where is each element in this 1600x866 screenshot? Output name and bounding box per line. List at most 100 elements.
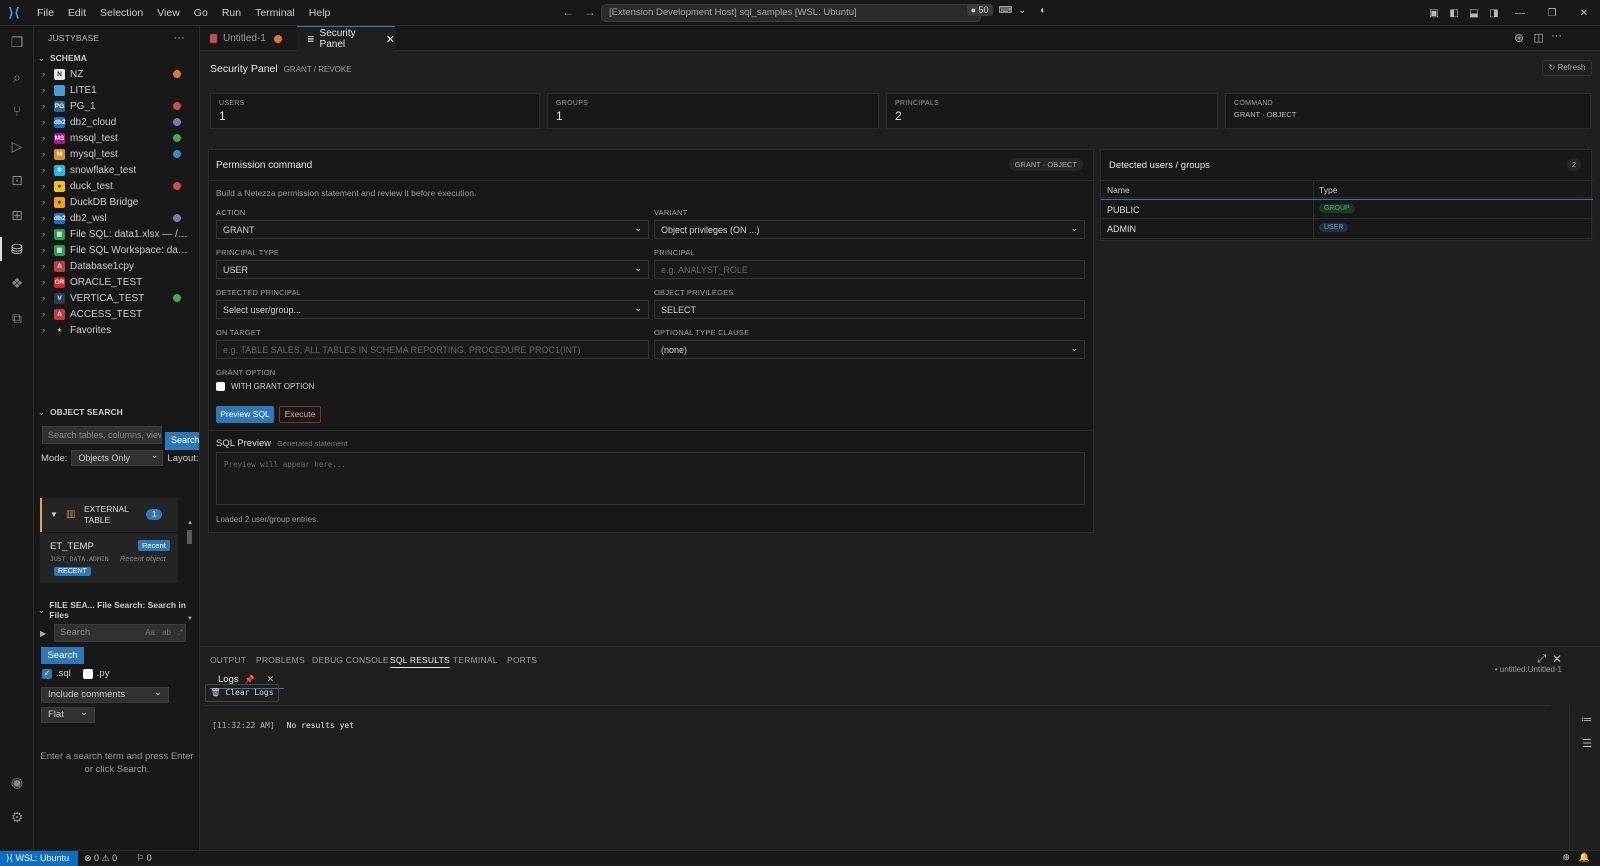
remote-explorer-icon[interactable]: ⊡ [7,170,27,190]
principal-row[interactable]: ADMIN USER [1101,219,1593,239]
refresh-button[interactable]: ↻ Refresh [1542,60,1592,76]
external-table-group[interactable]: ▼ ▥ EXTERNAL TABLE 1 [40,498,178,532]
whole-word-icon[interactable]: ab [162,628,171,637]
action-select[interactable]: GRANT [216,220,649,239]
mode-select[interactable]: Objects Only [71,450,164,466]
py-checkbox[interactable] [82,668,93,679]
file-search-header[interactable]: ⌄ FILE SEA... File Search: Search in Fil… [34,600,199,620]
menu-selection[interactable]: Selection [93,7,150,19]
schema-section-header[interactable]: ⌄ SCHEMA [34,50,199,66]
chevron-right-icon[interactable]: › [42,197,54,207]
menu-help[interactable]: Help [302,7,338,19]
menu-terminal[interactable]: Terminal [248,7,302,19]
connection-item[interactable]: › db2 db2_cloud [34,114,199,130]
database-icon[interactable]: ⛁ [0,237,27,261]
python-icon[interactable]: ❖ [7,273,27,293]
panel-tab-debug-console[interactable]: DEBUG CONSOLE [312,655,389,665]
detected-principal-select[interactable]: Select user/group... [216,300,649,319]
connection-item[interactable]: › PG PG_1 [34,98,199,114]
connection-item[interactable]: › A ACCESS_TEST [34,306,199,322]
account-icon[interactable]: ◉ [7,772,27,792]
panel-tab-terminal[interactable]: TERMINAL [453,655,498,665]
principal-type-select[interactable]: USER [216,260,649,279]
problems-indicator[interactable]: ⊗ 0 ⚠ 0 [84,853,117,864]
view-mode-select[interactable]: Flat [41,707,95,723]
chevron-right-icon[interactable]: › [42,117,54,127]
regex-icon[interactable]: .* [178,628,183,637]
customize-layout-icon[interactable]: ▣ [1424,8,1444,19]
file-search-button[interactable]: Search [41,647,84,664]
chevron-right-icon[interactable]: › [42,165,54,175]
menu-edit[interactable]: Edit [61,7,93,19]
column-name-header[interactable]: Name [1107,185,1130,195]
scroll-up-icon[interactable]: ▲ [187,520,193,526]
remote-indicator[interactable]: ⟩⟨ WSL: Ubuntu [0,851,78,866]
chevron-right-icon[interactable]: › [42,277,54,287]
split-editor-icon[interactable]: ◫ [1534,31,1544,44]
principal-input[interactable]: e.g. ANALYST_ROLE [654,260,1085,279]
match-case-icon[interactable]: Aa [145,628,155,637]
execute-button[interactable]: Execute [279,406,321,423]
chevron-right-icon[interactable]: › [42,245,54,255]
toggle-panel-icon[interactable]: ⬓ [1464,8,1484,19]
chevron-right-icon[interactable]: › [42,229,54,239]
sql-preview-textarea[interactable]: Preview will appear here... [216,452,1085,505]
connection-item[interactable]: › LITE1 [34,82,199,98]
unsaved-dot-icon[interactable] [273,34,282,43]
toggle-sidebar-icon[interactable]: ◧ [1444,8,1464,19]
connection-item[interactable]: › ▦ File SQL: data1.xlsx — /ho... [34,226,199,242]
variant-select[interactable]: Object privileges (ON ...) [654,220,1085,239]
menu-run[interactable]: Run [215,7,248,19]
chevron-right-icon[interactable]: › [42,213,54,223]
connection-item[interactable]: › Mmysql_test [34,146,199,162]
word-wrap-icon[interactable]: ≔ [1581,713,1592,726]
connection-item[interactable]: › ● duck_test [34,178,199,194]
more-actions-icon[interactable]: ··· [1551,30,1562,42]
list-icon[interactable]: ☰ [1582,737,1592,750]
search-icon[interactable]: ⌕ [7,67,27,87]
chevron-right-icon[interactable]: › [42,85,54,95]
copilot-icon[interactable]: ◐ [1040,5,1046,16]
copilot-edits-icon[interactable]: ⊛ [1514,31,1524,45]
preview-sql-button[interactable]: Preview SQL [216,406,274,423]
forward-arrow-icon[interactable]: → [584,5,596,19]
on-target-input[interactable]: e.g. TABLE SALES, ALL TABLES IN SCHEMA R… [216,340,649,359]
chevron-right-icon[interactable]: › [42,309,54,319]
extension-count-badge[interactable]: ● 50 [966,4,993,16]
extensions-icon[interactable]: ⊞ [7,205,27,225]
schema-graph-icon[interactable]: ⧉ [7,308,27,328]
close-icon[interactable]: ✕ [386,33,395,46]
connection-item[interactable]: › OR ORACLE_TEST [34,274,199,290]
object-privileges-input[interactable]: SELECT [654,300,1085,319]
restore-icon[interactable]: ❐ [1536,8,1568,19]
chevron-right-icon[interactable]: › [42,101,54,111]
panel-tab-sql-results[interactable]: SQL RESULTS [390,655,450,668]
connection-item[interactable]: › N NZ [34,66,199,82]
chevron-right-icon[interactable]: › [42,325,54,335]
run-debug-icon[interactable]: ▷ [7,136,27,156]
menu-file[interactable]: File [30,7,61,19]
chevron-right-icon[interactable]: › [42,181,54,191]
chevron-right-icon[interactable]: › [42,133,54,143]
object-search-input[interactable]: Search tables, columns, view [42,426,162,444]
connection-item[interactable]: › V VERTICA_TEST [34,290,199,306]
gear-icon[interactable]: ⚙ [7,807,27,827]
ports-indicator[interactable]: ⚐ 0 [136,853,152,864]
column-type-header[interactable]: Type [1319,185,1337,195]
sql-checkbox[interactable]: ✓ [42,668,52,679]
notifications-icon[interactable]: 🔔 [1579,852,1590,863]
panel-tab-ports[interactable]: PORTS [507,655,537,665]
source-control-icon[interactable]: ⑂ [7,101,27,121]
connection-item[interactable]: › MS mssql_test [34,130,199,146]
pin-icon[interactable]: 📌 [245,675,255,684]
chevron-right-icon[interactable]: › [42,69,54,79]
chevron-right-icon[interactable]: › [42,261,54,271]
panel-tab-output[interactable]: OUTPUT [210,655,246,665]
connection-item[interactable]: › ▦ File SQL Workspace: data1... [34,242,199,258]
close-window-icon[interactable]: ✕ [1568,8,1600,19]
type-clause-select[interactable]: (none) [654,340,1085,359]
tab-untitled-1[interactable]: Untitled-1 [200,26,296,51]
minimize-icon[interactable]: — [1504,8,1536,19]
principal-row[interactable]: PUBLIC GROUP [1101,199,1593,220]
grant-option-checkbox[interactable] [216,382,225,391]
